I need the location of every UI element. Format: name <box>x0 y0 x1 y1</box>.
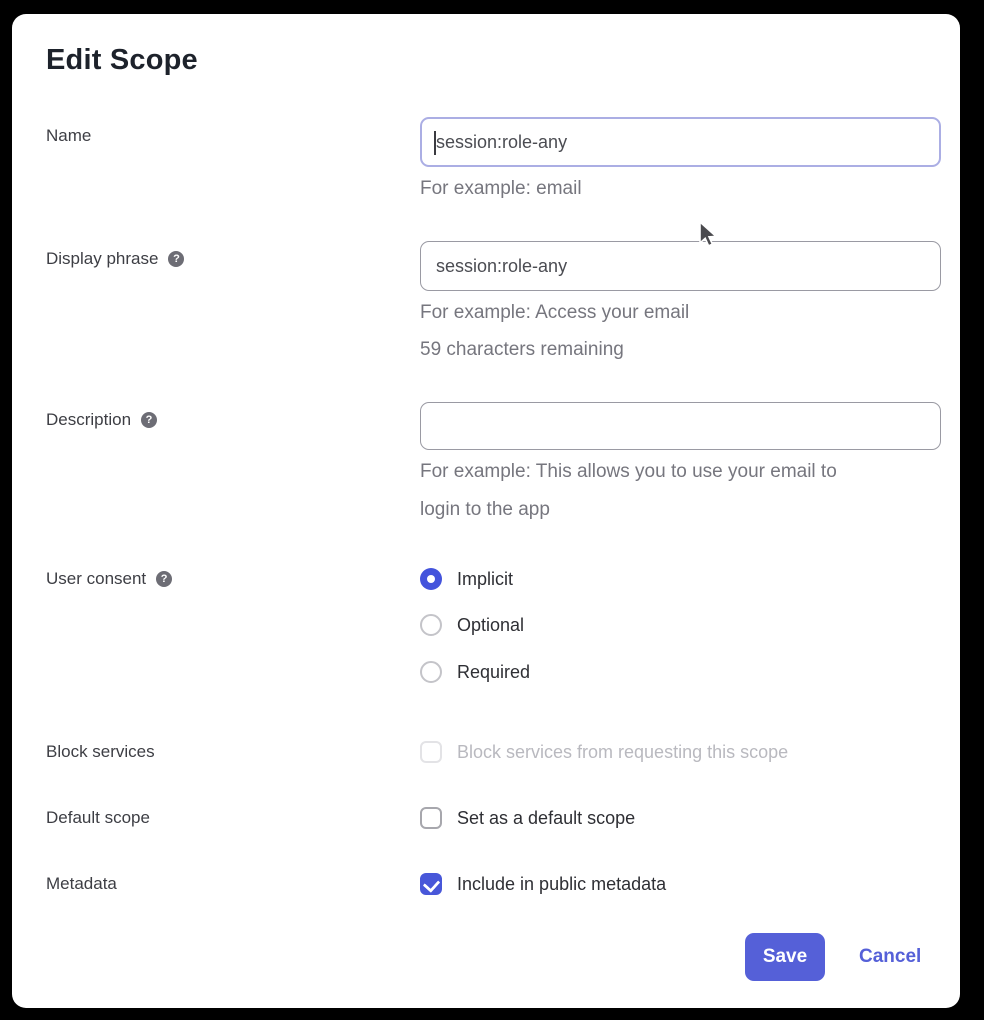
description-label: Description <box>46 410 131 430</box>
default-scope-checkbox-row[interactable]: Set as a default scope <box>420 806 635 830</box>
checkbox-unchecked-icon[interactable] <box>420 807 442 829</box>
radio-label: Required <box>457 662 530 683</box>
save-button[interactable]: Save <box>745 933 825 981</box>
radio-label: Optional <box>457 615 524 636</box>
user-consent-label: User consent <box>46 569 146 589</box>
cancel-button[interactable]: Cancel <box>859 946 921 968</box>
display-phrase-label: Display phrase <box>46 249 158 269</box>
user-consent-label-row: User consent ? <box>46 567 172 591</box>
default-scope-checkbox-label: Set as a default scope <box>457 808 635 829</box>
metadata-label-row: Metadata <box>46 872 117 896</box>
help-icon[interactable]: ? <box>168 251 184 267</box>
radio-option-required[interactable]: Required <box>420 660 530 684</box>
display-phrase-helper-text: For example: Access your email <box>420 299 689 327</box>
name-input[interactable] <box>420 117 941 167</box>
checkbox-disabled-icon <box>420 741 442 763</box>
block-services-label-row: Block services <box>46 740 155 764</box>
description-helper-line2: login to the app <box>420 491 837 529</box>
metadata-label: Metadata <box>46 874 117 894</box>
name-label: Name <box>46 126 91 146</box>
metadata-checkbox-label: Include in public metadata <box>457 874 666 895</box>
block-services-checkbox-row: Block services from requesting this scop… <box>420 740 788 764</box>
block-services-label: Block services <box>46 742 155 762</box>
display-phrase-input[interactable] <box>420 241 941 291</box>
display-phrase-label-row: Display phrase ? <box>46 247 184 271</box>
description-input[interactable] <box>420 402 941 450</box>
name-label-row: Name <box>46 124 91 148</box>
dialog-actions: Save Cancel <box>745 933 921 981</box>
characters-remaining-text: 59 characters remaining <box>420 336 624 364</box>
checkbox-checked-icon[interactable] <box>420 873 442 895</box>
block-services-checkbox-label: Block services from requesting this scop… <box>457 742 788 763</box>
radio-selected-icon[interactable] <box>420 568 442 590</box>
radio-unselected-icon[interactable] <box>420 661 442 683</box>
description-label-row: Description ? <box>46 408 157 432</box>
edit-scope-dialog: Edit Scope Name For example: email Displ… <box>12 14 960 1008</box>
radio-label: Implicit <box>457 569 513 590</box>
help-icon[interactable]: ? <box>156 571 172 587</box>
name-helper-text: For example: email <box>420 175 582 203</box>
default-scope-label: Default scope <box>46 808 150 828</box>
metadata-checkbox-row[interactable]: Include in public metadata <box>420 872 666 896</box>
radio-option-implicit[interactable]: Implicit <box>420 567 513 591</box>
description-helper-text: For example: This allows you to use your… <box>420 453 837 529</box>
text-caret <box>434 131 436 155</box>
dialog-title: Edit Scope <box>46 44 198 77</box>
help-icon[interactable]: ? <box>141 412 157 428</box>
default-scope-label-row: Default scope <box>46 806 150 830</box>
description-helper-line1: For example: This allows you to use your… <box>420 453 837 491</box>
radio-option-optional[interactable]: Optional <box>420 613 524 637</box>
radio-unselected-icon[interactable] <box>420 614 442 636</box>
